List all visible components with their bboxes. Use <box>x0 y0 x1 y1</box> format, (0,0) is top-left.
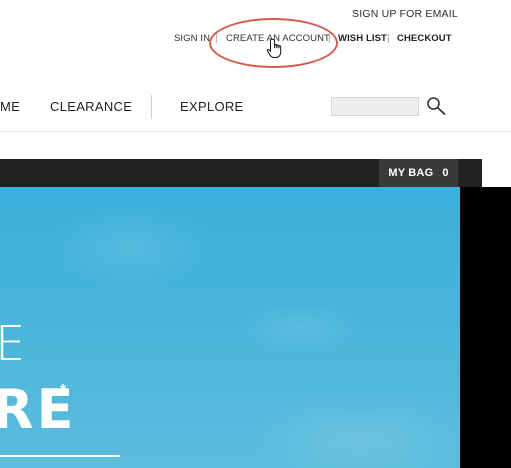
search-icon[interactable] <box>425 95 447 117</box>
nav-item-explore[interactable]: EXPLORE <box>180 99 244 114</box>
nav-item-clearance[interactable]: CLEARANCE <box>50 99 132 114</box>
black-panel <box>460 187 511 468</box>
hero-text-line1: E <box>0 316 26 372</box>
sign-up-email-link[interactable]: SIGN UP FOR EMAIL <box>352 8 458 20</box>
my-bag-button[interactable]: MY BAG 0 <box>379 159 458 187</box>
wish-list-link[interactable]: WISH LIST <box>338 33 387 44</box>
nav-divider <box>151 95 152 119</box>
pointer-hand-icon <box>266 38 282 58</box>
separator: | <box>387 33 390 44</box>
hero-underline <box>0 455 120 457</box>
sign-in-link[interactable]: SIGN IN <box>174 33 210 44</box>
header-divider <box>0 131 511 132</box>
my-bag-count: 0 <box>442 167 449 179</box>
nav-item-home[interactable]: ME <box>0 99 20 114</box>
search-input[interactable] <box>331 97 419 116</box>
hero-asterisk: * <box>60 382 67 399</box>
checkout-link[interactable]: CHECKOUT <box>397 33 452 44</box>
hero-banner[interactable]: E RE * <box>0 187 460 468</box>
my-bag-label: MY BAG <box>388 167 434 179</box>
